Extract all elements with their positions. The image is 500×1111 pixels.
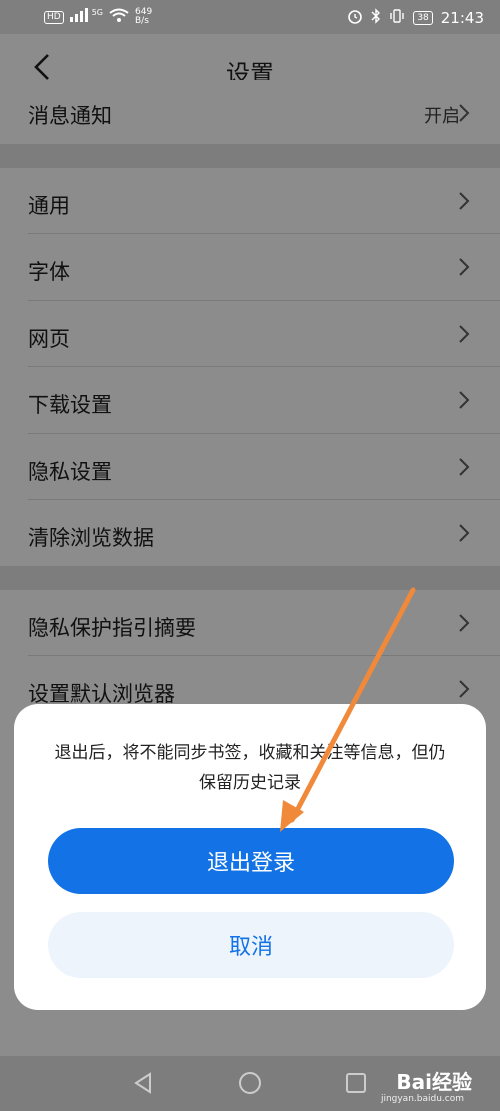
settings-row-notifications[interactable]: 消息通知 开启 [0,80,500,144]
cancel-button[interactable]: 取消 [48,912,454,978]
status-bar: HD 5G 649 B/s 38 21:43 [0,0,500,34]
logout-dialog: 退出后，将不能同步书签，收藏和关注等信息，但仍保留历史记录 退出登录 取消 [14,704,486,1010]
settings-row-privacy-summary[interactable]: 隐私保护指引摘要 [0,590,500,656]
logout-button[interactable]: 退出登录 [48,828,454,894]
settings-row-download[interactable]: 下载设置 [0,367,500,433]
row-value: 开启 [424,106,460,127]
settings-row-general[interactable]: 通用 [0,168,500,234]
alarm-icon [347,8,363,28]
row-label: 清除浏览数据 [28,526,154,550]
signal-icon [69,8,92,26]
dialog-message: 退出后，将不能同步书签，收藏和关注等信息，但仍保留历史记录 [54,743,446,793]
wifi-icon [109,8,129,26]
row-label: 字体 [28,260,70,284]
signal-label: 5G [91,7,103,17]
row-label: 隐私设置 [28,460,112,484]
watermark-url: jingyan.baidu.com [380,1094,464,1104]
row-label: 隐私保护指引摘要 [28,616,196,640]
settings-screen: HD 5G 649 B/s 38 21:43 设置 消息通知 开启 通用 字体 … [0,0,500,1111]
status-left: HD 5G 649 B/s [44,8,152,26]
clock: 21:43 [440,9,484,27]
chevron-right-icon [459,325,470,343]
settings-row-webpage[interactable]: 网页 [0,301,500,367]
settings-row-font[interactable]: 字体 [0,234,500,300]
watermark-brand: Bai经验 [396,1070,472,1094]
bluetooth-icon [371,8,381,28]
hd-badge: HD [44,10,64,24]
chevron-right-icon [459,391,470,409]
chevron-right-icon [459,524,470,542]
nav-back-button[interactable] [130,1070,156,1096]
row-label: 下载设置 [28,393,112,417]
status-right: 38 21:43 [347,8,484,28]
row-label: 通用 [28,194,70,218]
chevron-right-icon [459,680,470,698]
chevron-right-icon [459,614,470,632]
section-gap [0,566,500,590]
settings-row-privacy[interactable]: 隐私设置 [0,434,500,500]
triangle-back-icon [134,1072,151,1094]
net-speed: 649 B/s [135,8,152,26]
square-recents-icon [346,1073,366,1093]
chevron-right-icon [459,192,470,210]
circle-home-icon [239,1072,261,1094]
vibrate-icon [389,8,405,28]
battery-icon: 38 [413,11,433,25]
chevron-right-icon [459,104,470,122]
net-speed-unit: B/s [135,16,149,26]
nav-home-button[interactable] [237,1070,263,1096]
nav-recents-button[interactable] [343,1070,369,1096]
section-gap [0,144,500,168]
settings-row-clear-data[interactable]: 清除浏览数据 [0,500,500,566]
chevron-right-icon [459,258,470,276]
row-label: 消息通知 [28,104,112,128]
row-label: 网页 [28,327,70,351]
chevron-right-icon [459,458,470,476]
